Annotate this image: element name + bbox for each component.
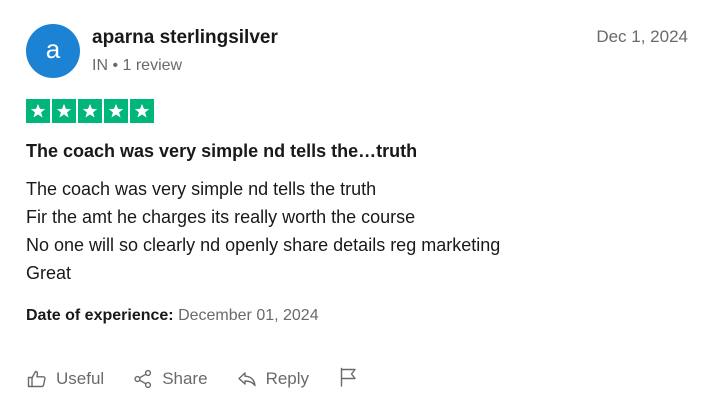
thumbs-up-icon	[26, 368, 48, 390]
review-body: The coach was very simple nd tells the t…	[26, 175, 500, 287]
reply-button[interactable]: Reply	[236, 368, 309, 390]
useful-label: Useful	[56, 369, 105, 388]
review-body-line: Fir the amt he charges its really worth …	[26, 207, 416, 227]
review-body-line: Great	[26, 263, 72, 283]
star-icon	[26, 99, 50, 123]
share-label: Share	[162, 369, 208, 388]
review-body-line: No one will so clearly nd openly share d…	[26, 235, 501, 255]
date-of-experience: Date of experience: December 01, 2024	[26, 307, 319, 325]
star-rating	[26, 99, 154, 123]
star-icon	[130, 99, 154, 123]
reviewer-name[interactable]: aparna sterlingsilver	[92, 27, 278, 49]
flag-icon	[338, 367, 358, 392]
useful-button[interactable]: Useful	[26, 368, 104, 390]
review-date: Dec 1, 2024	[596, 27, 688, 46]
review-card: a aparna sterlingsilver IN • 1 review De…	[0, 0, 722, 416]
experience-label: Date of experience:	[26, 307, 174, 324]
reviewer-meta: IN • 1 review	[92, 57, 183, 74]
star-icon	[104, 99, 128, 123]
experience-date: December 01, 2024	[178, 307, 319, 324]
star-icon	[78, 99, 102, 123]
share-icon	[132, 368, 154, 390]
reply-icon	[236, 368, 258, 390]
review-actions: Useful Share Reply	[26, 367, 359, 392]
report-flag-button[interactable]	[337, 367, 359, 392]
review-title[interactable]: The coach was very simple nd tells the…t…	[26, 141, 417, 162]
reply-label: Reply	[265, 369, 310, 388]
share-button[interactable]: Share	[132, 368, 208, 390]
avatar[interactable]: a	[26, 24, 80, 78]
review-body-line: The coach was very simple nd tells the t…	[26, 179, 377, 199]
star-icon	[52, 99, 76, 123]
